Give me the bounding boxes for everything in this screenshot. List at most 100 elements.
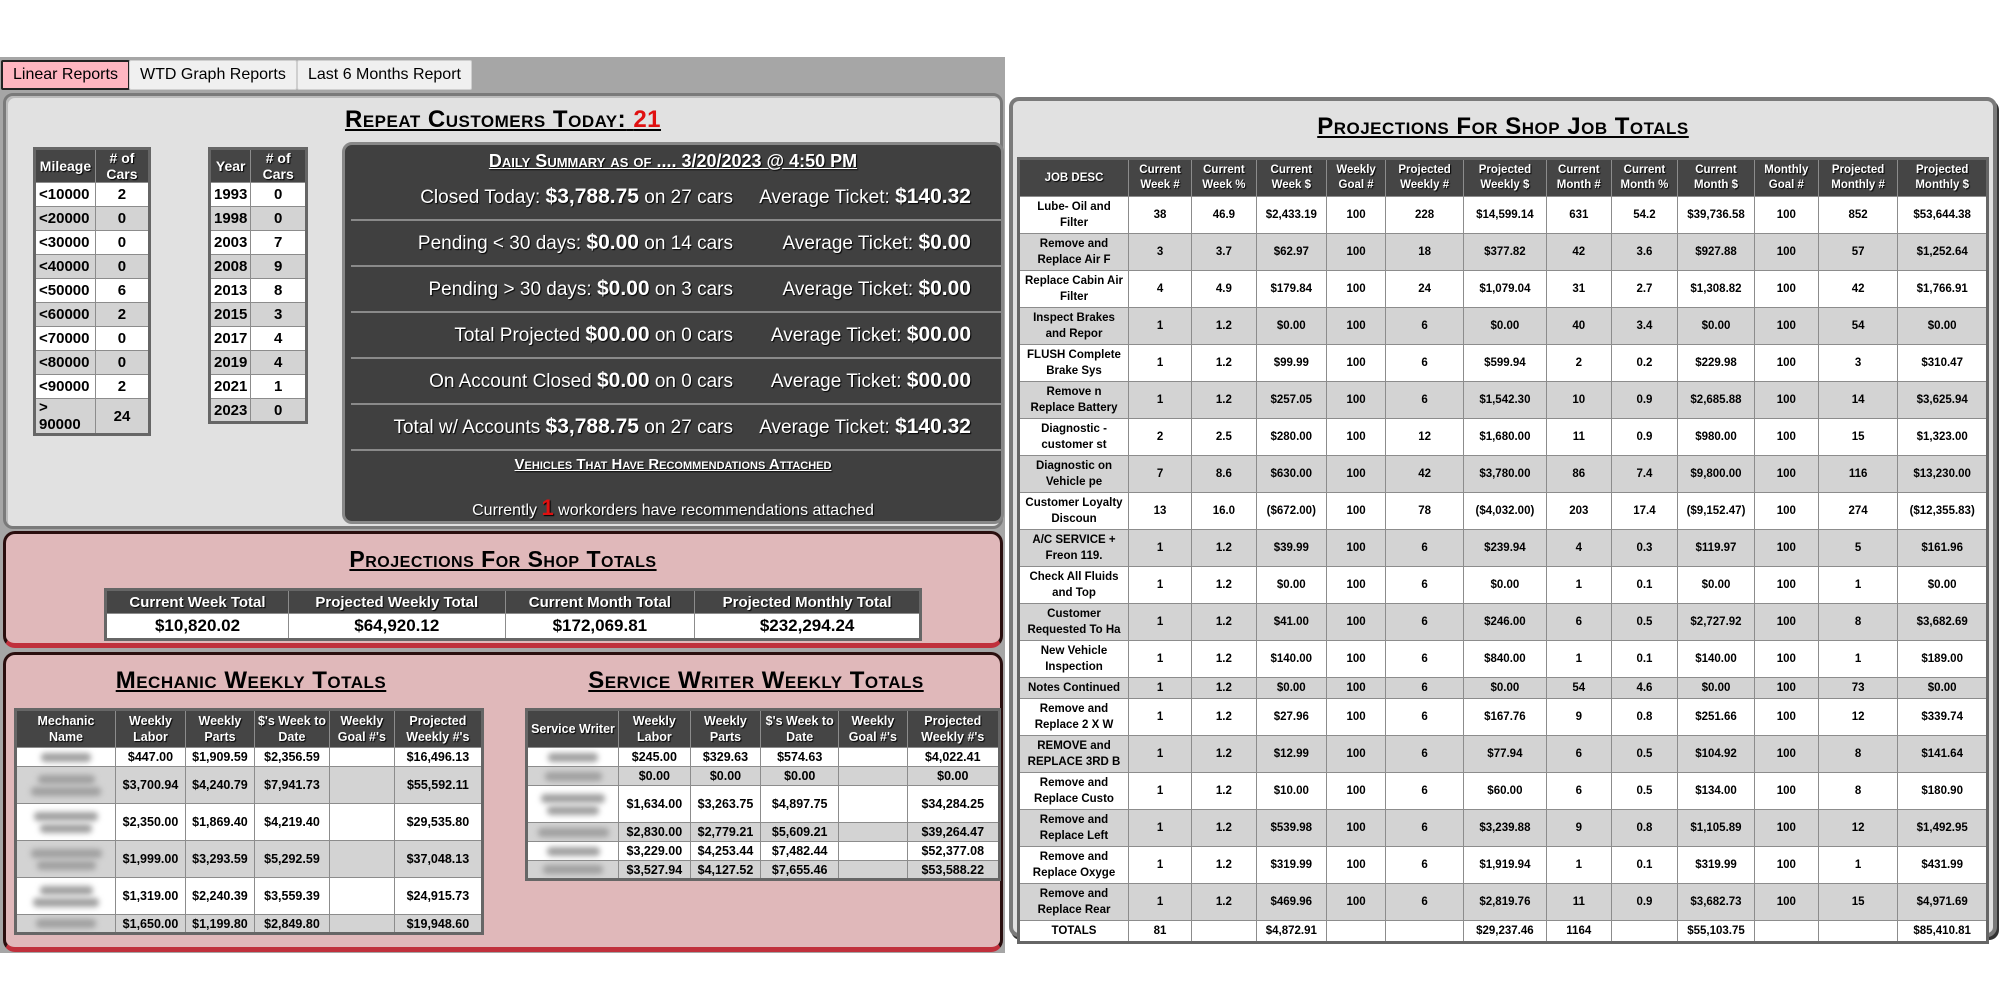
job-value: 31 — [1545, 270, 1612, 308]
job-value: 1 — [1817, 846, 1899, 884]
value-cell: $0.00 — [760, 766, 840, 786]
column-header: Weekly Labor — [115, 709, 186, 748]
job-value: 11 — [1545, 418, 1612, 456]
job-value: 274 — [1817, 492, 1899, 530]
job-row: Lube- Oil and Filter 38 46.9 $2,433.19 100 22… — [1018, 196, 1988, 234]
value-cell: $2,350.00 — [115, 803, 186, 841]
job-value: 1.2 — [1191, 344, 1257, 382]
car-count: 2 — [94, 302, 151, 327]
job-value: 40 — [1545, 307, 1612, 345]
value-cell: $7,482.44 — [760, 841, 840, 861]
job-value: $840.00 — [1462, 640, 1547, 678]
job-value: $140.00 — [1255, 640, 1327, 678]
table-row: <60000 2 — [34, 302, 151, 327]
blurred-name-text — [544, 771, 602, 781]
job-value: 6 — [1545, 603, 1612, 641]
recommendations-suffix: workorders have recommendations attached — [558, 502, 874, 519]
job-value: 100 — [1753, 772, 1819, 810]
tab-last-6-months-report[interactable]: Last 6 Months Report — [297, 60, 472, 90]
totals-value — [1753, 920, 1819, 943]
job-value: 1 — [1127, 772, 1193, 810]
job-row: Inspect Brakes and Repor 1 1.2 $0.00 100 6 $0.… — [1018, 307, 1988, 345]
value-cell: $53,588.22 — [906, 860, 1001, 880]
job-value: $319.99 — [1677, 846, 1755, 884]
job-value: 73 — [1817, 677, 1899, 699]
value-cell: $5,609.21 — [760, 822, 840, 842]
job-value: $39,736.58 — [1677, 196, 1755, 234]
job-value: 100 — [1325, 307, 1387, 345]
job-value: 1 — [1127, 603, 1193, 641]
job-value: 100 — [1325, 735, 1387, 773]
job-value: $3,682.73 — [1677, 883, 1755, 921]
tab-wtd-graph-reports[interactable]: WTD Graph Reports — [129, 60, 297, 90]
job-value: 6 — [1385, 529, 1464, 567]
daily-overview-panel: Repeat Customers Today: 21 Mileage # of … — [3, 93, 1004, 529]
job-row: Remove and Replace 2 X W 1 1.2 $27.96 100 6 $1… — [1018, 698, 1988, 736]
job-value: 116 — [1817, 455, 1899, 493]
value-cell: $447.00 — [115, 747, 186, 767]
job-value: 17.4 — [1610, 492, 1679, 530]
value-cell: $7,655.46 — [760, 860, 840, 880]
row-label: 2008 — [208, 254, 252, 279]
car-count: 0 — [250, 182, 307, 207]
column-header: Projected Weekly $ — [1462, 158, 1547, 197]
job-value: $161.96 — [1897, 529, 1988, 567]
job-value: 6 — [1385, 809, 1464, 847]
job-description: REMOVE and REPLACE 3RD B — [1018, 735, 1129, 773]
value-cell: $16,496.13 — [393, 747, 484, 767]
value-cell: $1,634.00 — [618, 785, 691, 823]
job-value: 100 — [1325, 772, 1387, 810]
job-value: 8 — [1817, 603, 1899, 641]
job-value: $2,685.88 — [1677, 381, 1755, 419]
job-value: 6 — [1385, 603, 1464, 641]
summary-average: Average Ticket: $140.32 — [759, 185, 971, 209]
table-row: > 90000 24 — [34, 398, 151, 435]
column-header: Mechanic Name — [15, 709, 116, 748]
column-header: Projected Weekly # — [1385, 158, 1464, 197]
car-count: 8 — [250, 278, 307, 303]
job-value: 6 — [1385, 772, 1464, 810]
value-cell — [838, 860, 908, 880]
shop-total-value: $64,920.12 — [288, 613, 506, 640]
job-value: $1,079.04 — [1462, 270, 1547, 308]
table-row: 1993 0 — [208, 182, 307, 207]
job-value: 0.5 — [1610, 735, 1679, 773]
job-value: ($9,152.47) — [1677, 492, 1755, 530]
job-row: Remove and Replace Rear 1 1.2 $469.96 100 6 $2… — [1018, 883, 1988, 921]
job-row: Remove and Replace Air F 3 3.7 $62.97 100 18 $… — [1018, 233, 1988, 271]
job-value: 100 — [1753, 677, 1819, 699]
blurred-name-text — [537, 827, 609, 837]
job-description: FLUSH Complete Brake Sys — [1018, 344, 1129, 382]
summary-label: Total w/ Accounts — [393, 417, 541, 438]
average-label: Average Ticket: — [782, 279, 914, 300]
job-value: $1,766.91 — [1897, 270, 1988, 308]
average-value: $0.00 — [918, 277, 971, 300]
column-header: # of Cars — [250, 148, 307, 183]
tab-linear-reports[interactable]: Linear Reports — [1, 60, 130, 90]
value-cell: $4,240.79 — [184, 766, 255, 804]
job-value: 100 — [1753, 381, 1819, 419]
job-value: $12.99 — [1255, 735, 1327, 773]
table-row: $3,229.00 $4,253.44 $7,482.44 $52,377.08 — [526, 841, 1001, 861]
job-value: 0.5 — [1610, 603, 1679, 641]
job-value: 1.2 — [1191, 529, 1257, 567]
job-description: Remove and Replace Air F — [1018, 233, 1129, 271]
job-value: 100 — [1325, 698, 1387, 736]
job-row: Diagnostic - customer st 2 2.5 $280.00 100 12… — [1018, 418, 1988, 456]
writer-totals-title: Service Writer Weekly Totals — [588, 667, 924, 694]
value-cell: $19,948.60 — [393, 914, 484, 934]
summary-row: Pending > 30 days: $0.00 on 3 cars Averag… — [351, 267, 1001, 313]
table-row: <80000 0 — [34, 350, 151, 375]
value-cell — [838, 785, 908, 823]
value-cell: $574.63 — [760, 747, 840, 767]
job-value: 100 — [1753, 307, 1819, 345]
job-value: 54 — [1545, 677, 1612, 699]
row-label: 2017 — [208, 326, 252, 351]
job-totals-panel: Projections For Shop Job Totals JOB DESC… — [1009, 97, 1997, 944]
summary-row: Pending < 30 days: $0.00 on 14 cars Avera… — [351, 221, 1001, 267]
value-cell: $245.00 — [618, 747, 691, 767]
job-value: 100 — [1325, 603, 1387, 641]
job-value: 0.8 — [1610, 809, 1679, 847]
job-value: $134.00 — [1677, 772, 1755, 810]
job-value: 86 — [1545, 455, 1612, 493]
